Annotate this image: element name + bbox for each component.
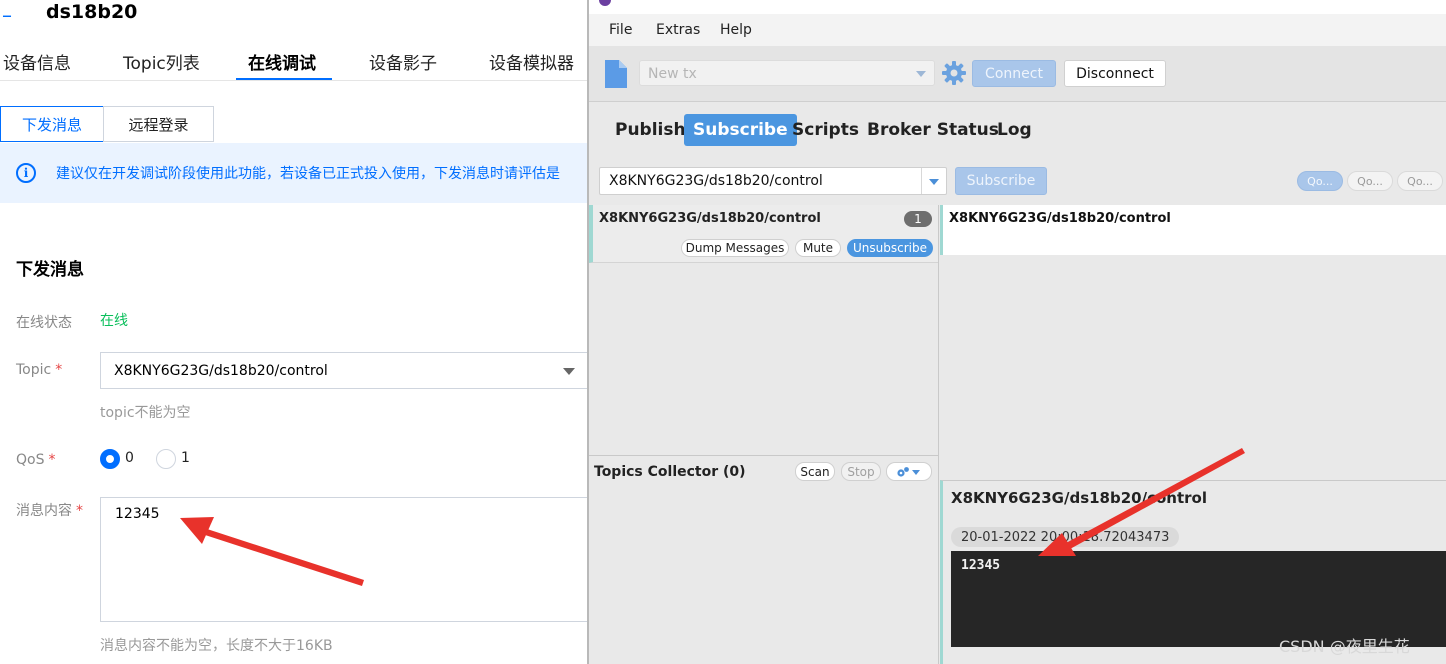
- tab-device-info[interactable]: 设备信息: [3, 49, 71, 74]
- profile-value: New tx: [648, 66, 697, 82]
- required-mark: *: [48, 452, 56, 468]
- message-count-badge: 1: [904, 211, 932, 227]
- subscribe-topic-value: X8KNY6G23G/ds18b20/control: [609, 173, 823, 189]
- required-mark: *: [76, 503, 83, 519]
- qos1-button[interactable]: Qo...: [1347, 171, 1393, 191]
- message-content-textarea[interactable]: 12345: [100, 497, 590, 622]
- qos2-button[interactable]: Qo...: [1397, 171, 1443, 191]
- tab-log[interactable]: Log: [988, 114, 1041, 146]
- topics-collector-panel: Topics Collector (0) Scan Stop: [589, 455, 939, 664]
- connect-button[interactable]: Connect: [972, 60, 1056, 87]
- active-tab-underline: [236, 78, 332, 80]
- tab-scripts[interactable]: Scripts: [783, 114, 868, 146]
- info-icon: i: [16, 163, 36, 183]
- mute-button[interactable]: Mute: [795, 239, 841, 257]
- subtab-send-message[interactable]: 下发消息: [0, 106, 104, 142]
- qos0-button[interactable]: Qo...: [1297, 171, 1343, 191]
- qos-label: QoS *: [16, 452, 56, 468]
- subtab-remote-login[interactable]: 远程登录: [103, 106, 214, 142]
- menu-help[interactable]: Help: [720, 22, 752, 38]
- subscribe-row: X8KNY6G23G/ds18b20/control Subscribe Qo.…: [589, 160, 1446, 205]
- message-content-value: 12345: [115, 506, 160, 522]
- tab-subscribe[interactable]: Subscribe: [684, 114, 797, 146]
- status-label: 在线状态: [16, 315, 72, 331]
- combo-separator: [921, 168, 922, 194]
- qos-radio-1-label: 1: [181, 450, 190, 466]
- dump-messages-button[interactable]: Dump Messages: [681, 239, 789, 257]
- subscription-entry[interactable]: X8KNY6G23G/ds18b20/control 1 Dump Messag…: [589, 205, 938, 263]
- tab-publish[interactable]: Publish: [606, 114, 695, 146]
- watermark: CSDN @夜里生花: [1279, 637, 1410, 656]
- subscribe-topic-input[interactable]: X8KNY6G23G/ds18b20/control: [599, 167, 947, 195]
- tab-broker-status[interactable]: Broker Status: [858, 114, 1008, 146]
- section-title: 下发消息: [16, 260, 84, 280]
- connection-toolbar: New tx Connect Disconnect: [589, 46, 1446, 102]
- topics-collector-title: Topics Collector (0): [594, 464, 746, 480]
- subscription-topic: X8KNY6G23G/ds18b20/control: [599, 211, 821, 226]
- chevron-down-icon: [916, 71, 926, 77]
- scan-button[interactable]: Scan: [795, 462, 835, 481]
- connection-profile-select[interactable]: New tx: [639, 60, 935, 86]
- content-hint: 消息内容不能为空，长度不大于16KB: [100, 638, 333, 654]
- qos-radio-1[interactable]: [156, 449, 176, 469]
- message-list-item[interactable]: X8KNY6G23G/ds18b20/control: [940, 205, 1446, 255]
- qos-radio-0[interactable]: [100, 449, 120, 469]
- topic-label: Topic *: [16, 362, 63, 378]
- device-title: ds18b20: [46, 1, 138, 23]
- message-list-topic: X8KNY6G23G/ds18b20/control: [949, 211, 1171, 226]
- message-list: X8KNY6G23G/ds18b20/control: [940, 205, 1446, 480]
- mqtt-tabbar: Publish Subscribe Scripts Broker Status …: [589, 103, 1446, 159]
- gear-icon[interactable]: [941, 60, 967, 86]
- settings-dropdown-icon: [897, 466, 920, 477]
- menu-extras[interactable]: Extras: [656, 22, 700, 38]
- qos-radio-0-label: 0: [125, 450, 134, 466]
- app-icon: [599, 0, 611, 6]
- content-label: 消息内容 *: [16, 503, 83, 519]
- back-icon[interactable]: –: [2, 3, 12, 27]
- mqttfx-window: File Extras Help New tx Connect Disconne…: [587, 0, 1446, 664]
- message-detail-topic: X8KNY6G23G/ds18b20/control: [951, 489, 1207, 507]
- file-icon[interactable]: [605, 60, 627, 88]
- message-payload: 12345: [961, 558, 1001, 573]
- stop-button[interactable]: Stop: [841, 462, 881, 481]
- chevron-down-icon: [563, 368, 575, 375]
- notice-text: 建议仅在开发调试阶段使用此功能，若设备已正式投入使用，下发消息时请评估是: [56, 166, 560, 182]
- tab-online-debug[interactable]: 在线调试: [248, 49, 316, 74]
- status-value: 在线: [100, 313, 128, 329]
- iot-console-panel: – ds18b20 设备信息 Topic列表 在线调试 设备影子 设备模拟器 下…: [0, 0, 600, 664]
- disconnect-button[interactable]: Disconnect: [1064, 60, 1166, 87]
- subscriptions-panel: X8KNY6G23G/ds18b20/control 1 Dump Messag…: [589, 205, 939, 455]
- window-titlebar: [589, 0, 1446, 14]
- tab-topic-list[interactable]: Topic列表: [123, 49, 200, 74]
- topic-hint: topic不能为空: [100, 405, 191, 421]
- topic-select[interactable]: X8KNY6G23G/ds18b20/control: [100, 352, 590, 389]
- subscribe-button[interactable]: Subscribe: [955, 167, 1047, 195]
- notice-banner: i 建议仅在开发调试阶段使用此功能，若设备已正式投入使用，下发消息时请评估是: [0, 143, 600, 203]
- chevron-down-icon[interactable]: [929, 179, 939, 185]
- unsubscribe-button[interactable]: Unsubscribe: [847, 239, 933, 257]
- menubar: File Extras Help: [589, 14, 1446, 46]
- topic-select-value: X8KNY6G23G/ds18b20/control: [114, 363, 328, 379]
- message-timestamp: 20-01-2022 20:00:18.72043473: [951, 527, 1180, 547]
- menu-file[interactable]: File: [609, 22, 632, 38]
- tab-device-simulator[interactable]: 设备模拟器: [489, 49, 574, 74]
- tab-device-shadow[interactable]: 设备影子: [369, 49, 437, 74]
- required-mark: *: [55, 362, 63, 378]
- main-tabs: 设备信息 Topic列表 在线调试 设备影子 设备模拟器: [0, 40, 600, 81]
- collector-settings-button[interactable]: [886, 462, 932, 481]
